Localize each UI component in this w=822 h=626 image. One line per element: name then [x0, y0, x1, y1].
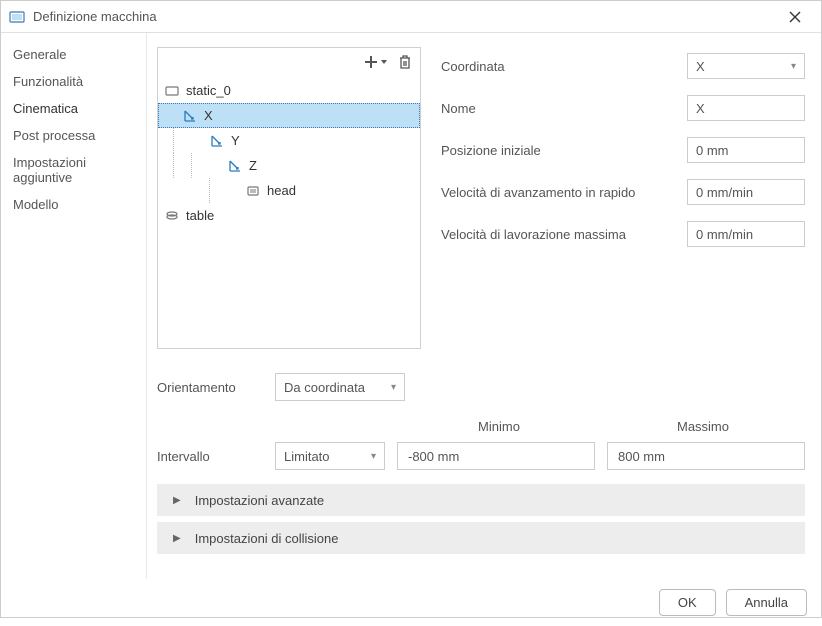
axis-icon — [182, 108, 198, 124]
sidebar-item-kinematics[interactable]: Cinematica — [1, 95, 146, 122]
orient-value: Da coordinata — [284, 380, 365, 395]
tree-node-static[interactable]: static_0 — [158, 78, 420, 103]
table-icon — [164, 208, 180, 224]
dialog-footer: OK Annulla — [1, 579, 821, 626]
sidebar: Generale Funzionalità Cinematica Post pr… — [1, 33, 147, 579]
close-icon[interactable] — [789, 11, 813, 23]
tree-node-z[interactable]: Z — [158, 153, 420, 178]
expander-advanced[interactable]: ▶ Impostazioni avanzate — [157, 484, 805, 516]
name-input[interactable] — [687, 95, 805, 121]
window-title: Definizione macchina — [33, 9, 789, 24]
range-min-input[interactable] — [397, 442, 595, 470]
sidebar-item-model[interactable]: Modello — [1, 191, 146, 218]
main-panel: static_0 X Y — [147, 33, 821, 579]
tree-node-head[interactable]: head — [158, 178, 420, 203]
sidebar-item-functionality[interactable]: Funzionalità — [1, 68, 146, 95]
expander-collision[interactable]: ▶ Impostazioni di collisione — [157, 522, 805, 554]
add-node-button[interactable] — [363, 54, 388, 70]
tree-label: table — [186, 208, 214, 223]
tree-node-x[interactable]: X — [158, 103, 420, 128]
chevron-down-icon: ▾ — [791, 61, 796, 72]
maxfeed-input[interactable] — [687, 221, 805, 247]
coord-label: Coordinata — [441, 59, 677, 74]
tree-node-table[interactable]: table — [158, 203, 420, 228]
delete-node-button[interactable] — [398, 54, 412, 70]
tree-label: X — [204, 108, 213, 123]
kinematics-tree: static_0 X Y — [157, 47, 421, 349]
max-header: Massimo — [601, 419, 805, 434]
sidebar-item-general[interactable]: Generale — [1, 41, 146, 68]
titlebar: Definizione macchina — [1, 1, 821, 33]
head-icon — [245, 183, 261, 199]
triangle-right-icon: ▶ — [173, 533, 181, 544]
range-mode-value: Limitato — [284, 449, 330, 464]
rapid-label: Velocità di avanzamento in rapido — [441, 185, 677, 200]
chevron-down-icon: ▾ — [371, 451, 376, 462]
tree-node-y[interactable]: Y — [158, 128, 420, 153]
static-icon — [164, 83, 180, 99]
initpos-input[interactable] — [687, 137, 805, 163]
expander-label: Impostazioni avanzate — [195, 493, 324, 508]
triangle-right-icon: ▶ — [173, 495, 181, 506]
ok-button[interactable]: OK — [659, 589, 716, 616]
tree-label: Z — [249, 158, 257, 173]
orient-label: Orientamento — [157, 380, 255, 395]
axis-icon — [209, 133, 225, 149]
app-icon — [9, 9, 25, 25]
min-header: Minimo — [397, 419, 601, 434]
range-label: Intervallo — [157, 449, 263, 464]
sidebar-item-postprocess[interactable]: Post processa — [1, 122, 146, 149]
orient-select[interactable]: Da coordinata ▾ — [275, 373, 405, 401]
range-mode-select[interactable]: Limitato ▾ — [275, 442, 385, 470]
axis-icon — [227, 158, 243, 174]
sidebar-item-additional[interactable]: Impostazioni aggiuntive — [1, 149, 146, 191]
name-label: Nome — [441, 101, 677, 116]
expander-label: Impostazioni di collisione — [195, 531, 339, 546]
cancel-button[interactable]: Annulla — [726, 589, 807, 616]
chevron-down-icon: ▾ — [391, 382, 396, 393]
rapid-input[interactable] — [687, 179, 805, 205]
maxfeed-label: Velocità di lavorazione massima — [441, 227, 677, 242]
initpos-label: Posizione iniziale — [441, 143, 677, 158]
tree-label: static_0 — [186, 83, 231, 98]
tree-label: head — [267, 183, 296, 198]
coord-value: X — [696, 59, 705, 74]
range-max-input[interactable] — [607, 442, 805, 470]
tree-label: Y — [231, 133, 240, 148]
coord-select[interactable]: X▾ — [687, 53, 805, 79]
